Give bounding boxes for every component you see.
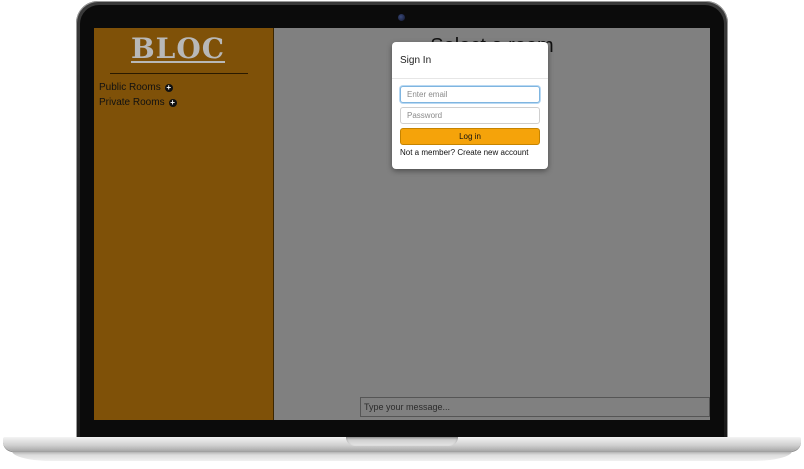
sidebar-item-private-rooms[interactable]: Private Rooms + <box>99 95 177 110</box>
sidebar-item-label: Private Rooms <box>99 97 165 108</box>
modal-title: Sign In <box>392 42 548 79</box>
sidebar-item-label: Public Rooms <box>99 82 161 93</box>
signup-prompt: Not a member? <box>400 148 456 157</box>
modal-body: Log in Not a member? Create new account <box>392 79 548 164</box>
camera-icon <box>398 14 405 21</box>
login-button[interactable]: Log in <box>400 128 540 145</box>
sidebar-item-public-rooms[interactable]: Public Rooms + <box>99 80 177 95</box>
laptop-base-shadow <box>12 451 792 461</box>
plus-circle-icon[interactable]: + <box>164 83 173 92</box>
password-field[interactable] <box>400 107 540 124</box>
sidebar: BLOC Public Rooms + Private Rooms + <box>94 28 274 420</box>
signup-prompt-line: Not a member? Create new account <box>400 148 540 157</box>
email-field[interactable] <box>400 86 540 103</box>
sign-in-modal: Sign In Log in Not a member? Create new … <box>392 42 548 169</box>
app-logo: BLOC <box>130 32 226 65</box>
room-nav: Public Rooms + Private Rooms + <box>99 80 177 110</box>
laptop-mockup: BLOC Public Rooms + Private Rooms + Sele… <box>0 0 804 469</box>
app-screen: BLOC Public Rooms + Private Rooms + Sele… <box>94 28 710 420</box>
laptop-notch <box>346 437 458 446</box>
logo-divider <box>110 73 248 74</box>
message-input[interactable] <box>360 397 710 417</box>
create-account-link[interactable]: Create new account <box>457 148 528 157</box>
plus-circle-icon[interactable]: + <box>168 98 177 107</box>
